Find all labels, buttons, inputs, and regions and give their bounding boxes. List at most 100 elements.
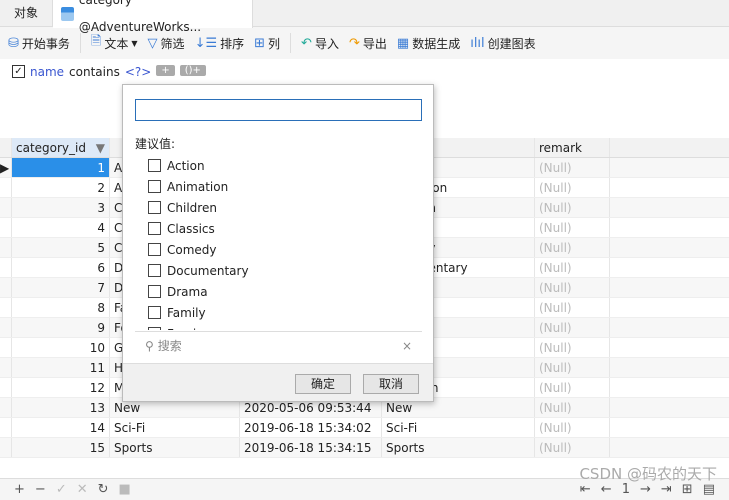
option-checkbox[interactable]	[148, 159, 161, 172]
add-group-button[interactable]: ()+	[179, 65, 206, 76]
cell[interactable]: (Null)	[535, 258, 610, 277]
cell[interactable]: (Null)	[535, 278, 610, 297]
cell[interactable]: 11	[12, 358, 110, 377]
ok-button[interactable]: 确定	[295, 374, 351, 394]
row-indicator[interactable]	[0, 258, 12, 277]
begin-transaction-button[interactable]: ⛁ 开始事务	[8, 35, 70, 52]
cell[interactable]: 2019-06-18 15:34:02	[240, 418, 382, 437]
cancel-button[interactable]: 取消	[363, 374, 419, 394]
prev-page-button[interactable]: ←	[601, 482, 612, 497]
cell[interactable]: 13	[12, 398, 110, 417]
option-checkbox[interactable]	[148, 264, 161, 277]
option-checkbox[interactable]	[148, 243, 161, 256]
tab-objects[interactable]: 对象	[0, 0, 54, 26]
filter-operator[interactable]: contains	[69, 65, 120, 79]
column-header[interactable]: category_id ▼	[12, 138, 110, 157]
cell[interactable]: (Null)	[535, 238, 610, 257]
page-number[interactable]: 1	[622, 482, 630, 497]
last-page-button[interactable]: ⇥	[661, 482, 672, 497]
form-view-icon[interactable]: ▤	[703, 482, 715, 497]
cell[interactable]: (Null)	[535, 338, 610, 357]
row-indicator[interactable]	[0, 438, 12, 457]
cell[interactable]: (Null)	[535, 358, 610, 377]
cell[interactable]: Sports	[110, 438, 240, 457]
cell[interactable]: 2	[12, 178, 110, 197]
option-item[interactable]: Foreign	[148, 323, 428, 330]
option-item[interactable]: Documentary	[148, 260, 428, 281]
cell[interactable]: 9	[12, 318, 110, 337]
column-header[interactable]: remark	[535, 138, 610, 157]
row-indicator[interactable]	[0, 218, 12, 237]
cell[interactable]: 14	[12, 418, 110, 437]
option-item[interactable]: Family	[148, 302, 428, 323]
suggested-values-list[interactable]: Action Animation Children Classics Comedy Doc…	[148, 155, 428, 330]
cell[interactable]: 2019-06-18 15:34:15	[240, 438, 382, 457]
next-page-button[interactable]: →	[640, 482, 651, 497]
cell[interactable]: (Null)	[535, 418, 610, 437]
row-indicator[interactable]	[0, 238, 12, 257]
columns-button[interactable]: ⊞ 列	[254, 35, 280, 52]
row-indicator[interactable]	[0, 298, 12, 317]
option-checkbox[interactable]	[148, 327, 161, 330]
table-row[interactable]: 14 Sci-Fi 2019-06-18 15:34:02 Sci-Fi (Null)	[0, 418, 729, 438]
option-item[interactable]: Animation	[148, 176, 428, 197]
sort-button[interactable]: ↓☰ 排序	[195, 35, 245, 52]
row-indicator[interactable]	[0, 338, 12, 357]
option-checkbox[interactable]	[148, 306, 161, 319]
option-checkbox[interactable]	[148, 180, 161, 193]
option-checkbox[interactable]	[148, 285, 161, 298]
cell[interactable]: 8	[12, 298, 110, 317]
cell[interactable]: (Null)	[535, 178, 610, 197]
option-item[interactable]: Children	[148, 197, 428, 218]
first-page-button[interactable]: ⇤	[580, 482, 591, 497]
value-input[interactable]	[135, 99, 422, 121]
row-indicator[interactable]	[0, 318, 12, 337]
row-indicator[interactable]: ▶	[0, 158, 12, 177]
import-button[interactable]: ↶ 导入	[301, 35, 339, 52]
cell[interactable]: (Null)	[535, 198, 610, 217]
cell[interactable]: 15	[12, 438, 110, 457]
row-indicator[interactable]	[0, 418, 12, 437]
cell[interactable]: Sci-Fi	[110, 418, 240, 437]
apply-button[interactable]: ✓	[56, 482, 67, 497]
cell[interactable]: 5	[12, 238, 110, 257]
refresh-icon[interactable]: ↻	[98, 482, 109, 497]
option-item[interactable]: Classics	[148, 218, 428, 239]
row-indicator[interactable]	[0, 358, 12, 377]
cell[interactable]: 12	[12, 378, 110, 397]
grid-view-icon[interactable]: ⊞	[682, 482, 693, 497]
text-button[interactable]: 🗎 文本 ▼	[91, 32, 138, 54]
cell[interactable]: Sports	[382, 438, 535, 457]
filter-value[interactable]: <?>	[125, 65, 151, 79]
option-item[interactable]: Comedy	[148, 239, 428, 260]
add-condition-button[interactable]: +	[156, 65, 175, 76]
cell[interactable]: 6	[12, 258, 110, 277]
cell[interactable]: (Null)	[535, 218, 610, 237]
cell[interactable]: (Null)	[535, 298, 610, 317]
discard-button[interactable]: ✕	[77, 482, 88, 497]
filter-field[interactable]: name	[30, 65, 64, 79]
table-row[interactable]: 15 Sports 2019-06-18 15:34:15 Sports (Null)	[0, 438, 729, 458]
cell[interactable]: 7	[12, 278, 110, 297]
data-generation-button[interactable]: ▦ 数据生成	[397, 35, 460, 52]
cell[interactable]: 4	[12, 218, 110, 237]
export-button[interactable]: ↷ 导出	[349, 35, 387, 52]
filter-enable-checkbox[interactable]: ✓	[12, 65, 25, 78]
filter-icon[interactable]: ▼	[96, 138, 105, 157]
row-indicator[interactable]	[0, 198, 12, 217]
cell[interactable]: (Null)	[535, 318, 610, 337]
row-indicator[interactable]	[0, 398, 12, 417]
cell[interactable]: 1	[12, 158, 110, 177]
stop-icon[interactable]: ■	[119, 482, 131, 497]
tab-category[interactable]: category @AdventureWorks...	[53, 0, 254, 34]
option-checkbox[interactable]	[148, 222, 161, 235]
cell[interactable]: (Null)	[535, 398, 610, 417]
cell[interactable]: 10	[12, 338, 110, 357]
add-record-button[interactable]: +	[14, 482, 25, 497]
cell[interactable]: 3	[12, 198, 110, 217]
option-item[interactable]: Action	[148, 155, 428, 176]
search-field[interactable]: ⚲ 搜索 ×	[135, 331, 422, 359]
clear-icon[interactable]: ×	[402, 339, 412, 353]
cell[interactable]: (Null)	[535, 378, 610, 397]
option-checkbox[interactable]	[148, 201, 161, 214]
